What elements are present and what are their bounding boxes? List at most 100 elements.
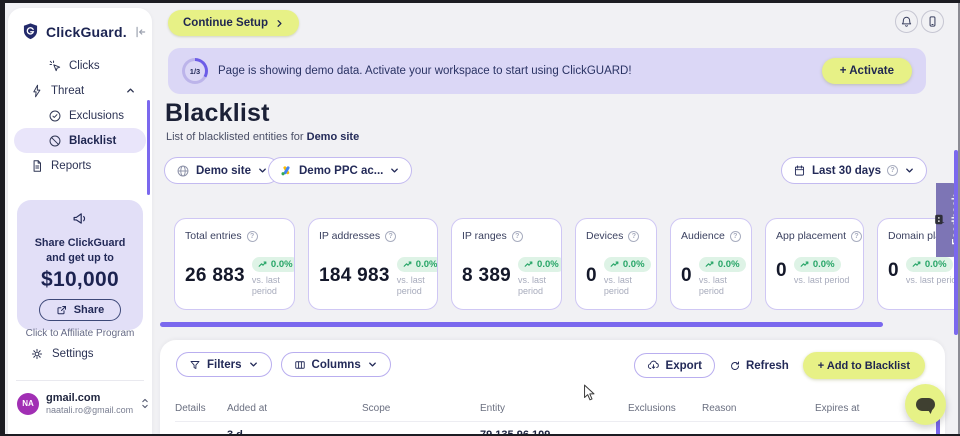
stat-card-app-placement: App placement 0 0.0% vs. last period [765, 218, 864, 310]
chevron-down-icon [904, 165, 915, 176]
trend-badge: 0.0% [699, 257, 746, 272]
setup-progress-ring: 1/3 [182, 58, 208, 84]
table-header-row: Details Added at Scope Entity Exclusions… [175, 396, 935, 422]
sidebar-item-label: Clicks [69, 60, 100, 72]
stat-delta-block: 0.0% vs. last period [518, 255, 562, 298]
stat-delta: 0.0% [813, 259, 835, 270]
activate-button[interactable]: + Activate [822, 58, 912, 84]
stat-delta-block: 0.0% vs. last period [252, 255, 295, 298]
stat-vs-label: vs. last period [906, 275, 960, 286]
info-icon[interactable] [512, 231, 523, 242]
stat-vs-label: vs. last period [699, 275, 745, 298]
page-title: Blacklist [165, 99, 270, 128]
page-subtitle-site: Demo site [307, 131, 360, 143]
stat-value: 0 [888, 260, 899, 282]
site-selector[interactable]: Demo site [164, 157, 280, 184]
chat-bubble-icon [916, 398, 935, 411]
stat-delta-block: 0.0% vs. last period [604, 255, 651, 298]
chevron-down-icon [248, 359, 259, 370]
feedback-chat-icon [934, 215, 945, 226]
sidebar-item-label: Reports [51, 160, 91, 172]
share-button[interactable]: Share [39, 299, 122, 321]
add-to-blacklist-button[interactable]: + Add to Blacklist [803, 352, 925, 379]
continue-setup-button[interactable]: Continue Setup [168, 10, 299, 36]
info-icon[interactable] [247, 231, 258, 242]
notifications-button[interactable] [895, 10, 918, 33]
stat-label: Audience [681, 230, 725, 242]
columns-icon [294, 359, 306, 371]
stat-delta: 0.0% [537, 259, 559, 270]
device-button[interactable] [921, 10, 944, 33]
column-header-scope[interactable]: Scope [362, 403, 480, 414]
trend-badge: 0.0% [906, 257, 953, 272]
chat-launcher-button[interactable] [905, 384, 946, 425]
settings-label: Settings [52, 348, 94, 360]
stat-delta: 0.0% [271, 259, 293, 270]
sidebar-item-settings[interactable]: Settings [8, 342, 152, 366]
table-toolbar-left: Filters Columns [176, 352, 391, 377]
stat-card-ip-ranges: IP ranges 8 389 0.0% vs. last period [451, 218, 562, 310]
chevron-right-icon [275, 19, 284, 28]
trend-up-icon [912, 261, 922, 268]
column-header-added-at[interactable]: Added at [227, 403, 362, 414]
trend-up-icon [705, 261, 715, 268]
filters-button[interactable]: Filters [176, 352, 272, 377]
sidebar-item-label: Exclusions [69, 110, 124, 122]
lightning-icon [30, 84, 44, 98]
stat-delta: 0.0% [416, 259, 438, 270]
sidebar-item-clicks[interactable]: Clicks [8, 53, 152, 78]
refresh-button[interactable]: Refresh [729, 360, 789, 372]
stat-vs-label: vs. last period [794, 275, 850, 286]
date-range-selector[interactable]: Last 30 days [781, 157, 927, 184]
share-button-label: Share [74, 304, 105, 316]
export-label: Export [666, 360, 702, 372]
window-frame-left [0, 0, 5, 436]
refresh-label: Refresh [746, 360, 789, 372]
horizontal-scrollbar[interactable] [160, 322, 883, 327]
export-button[interactable]: Export [634, 353, 715, 378]
stat-value: 0 [776, 260, 787, 282]
trend-badge: 0.0% [518, 257, 562, 272]
column-header-reason[interactable]: Reason [702, 403, 815, 414]
window-frame-top [0, 0, 960, 3]
setup-progress-value: 1/3 [185, 61, 205, 81]
column-header-details[interactable]: Details [175, 403, 227, 414]
info-icon[interactable] [851, 231, 862, 242]
promo-footer: Click to Affiliate Program [25, 328, 135, 339]
sidebar-item-exclusions[interactable]: Exclusions [8, 103, 152, 128]
column-header-exclusions[interactable]: Exclusions [628, 403, 702, 414]
divider [16, 380, 144, 381]
blacklist-table-card: Filters Columns Export Refresh [160, 340, 945, 436]
promo-text: Share ClickGuard and get up to [25, 236, 135, 265]
column-header-entity[interactable]: Entity [480, 403, 628, 414]
sidebar-collapse-icon[interactable] [133, 25, 147, 39]
ppc-account-selector-value: Demo PPC ac... [299, 165, 383, 177]
ppc-account-selector[interactable]: Demo PPC ac... [268, 157, 412, 184]
device-icon [926, 15, 939, 28]
info-icon[interactable] [385, 231, 396, 242]
info-icon[interactable] [628, 231, 639, 242]
columns-button[interactable]: Columns [281, 352, 391, 377]
stat-value: 184 983 [319, 265, 390, 287]
stat-card-devices: Devices 0 0.0% vs. last period [575, 218, 657, 310]
sidebar-item-reports[interactable]: Reports [8, 153, 152, 178]
stats-row: Total entries 26 883 0.0% vs. last perio… [174, 218, 960, 312]
account-switcher[interactable]: NA gmail.com naatali.ro@gmail.com [8, 392, 152, 416]
info-icon[interactable] [730, 231, 741, 242]
affiliate-promo-card[interactable]: Share ClickGuard and get up to $10,000 S… [17, 200, 143, 330]
sidebar-item-threat[interactable]: Threat [8, 78, 152, 103]
avatar: NA [17, 393, 39, 415]
sidebar-item-blacklist[interactable]: Blacklist [14, 128, 146, 153]
stat-vs-label: vs. last period [252, 275, 295, 298]
stat-delta-block: 0.0% vs. last period [794, 255, 850, 286]
chevron-down-icon [257, 165, 268, 176]
sidebar-scrollbar[interactable] [147, 100, 150, 195]
account-email: naatali.ro@gmail.com [46, 405, 133, 416]
stat-vs-label: vs. last period [518, 275, 562, 298]
stat-label: App placement [776, 230, 846, 242]
stat-label: Total entries [185, 230, 242, 242]
date-range-value: Last 30 days [812, 165, 881, 177]
page-subtitle: List of blacklisted entities for Demo si… [166, 131, 359, 143]
table-toolbar-right: Export Refresh + Add to Blacklist [634, 352, 925, 379]
trend-up-icon [258, 261, 268, 268]
